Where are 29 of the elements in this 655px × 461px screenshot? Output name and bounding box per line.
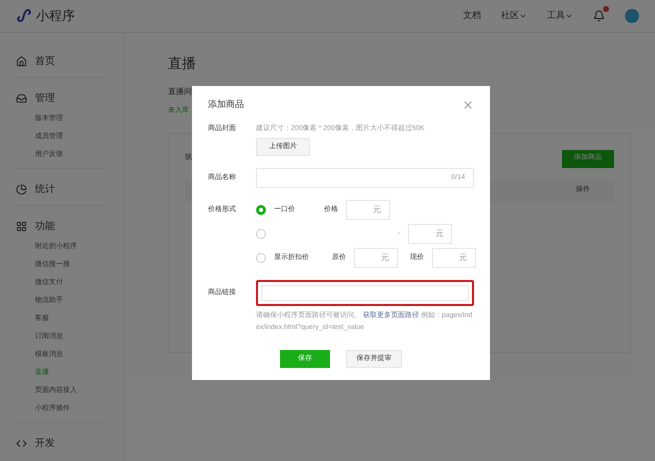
sidebar-section[interactable]: 管理 (16, 86, 108, 110)
section-title: 直播间 (168, 86, 193, 98)
radio-button[interactable] (256, 205, 266, 215)
nav-link[interactable]: 社区 (501, 9, 527, 23)
avatar-icon[interactable] (625, 9, 639, 23)
sidebar-section[interactable]: 首页 (16, 49, 108, 73)
nav-link[interactable]: 工具 (547, 9, 573, 23)
nav-link[interactable]: 文档 (463, 9, 481, 23)
bell-icon[interactable] (593, 10, 605, 22)
sidebar-section[interactable]: 开发 (16, 431, 108, 455)
sidebar-section[interactable]: 统计 (16, 177, 108, 201)
home-icon (16, 56, 27, 66)
app-title: 小程序 (36, 7, 75, 26)
pie-chart-icon (16, 184, 27, 194)
close-icon[interactable] (462, 98, 474, 111)
price-field[interactable]: 元 (346, 200, 390, 220)
dialog-title: 添加商品 (208, 98, 244, 111)
radio-button[interactable] (256, 229, 266, 239)
code-icon (16, 438, 27, 448)
radio-button[interactable] (256, 253, 266, 263)
link-input[interactable] (256, 280, 474, 306)
price-field[interactable]: 元 (354, 248, 398, 268)
sidebar-section[interactable]: 功能 (16, 214, 108, 238)
page-title: 直播 (168, 54, 197, 73)
price-field[interactable]: 元 (408, 224, 452, 244)
inbox-icon (16, 92, 27, 104)
logo-icon (16, 8, 32, 24)
price-field[interactable]: 元 (432, 248, 476, 268)
grid-icon (16, 220, 27, 232)
